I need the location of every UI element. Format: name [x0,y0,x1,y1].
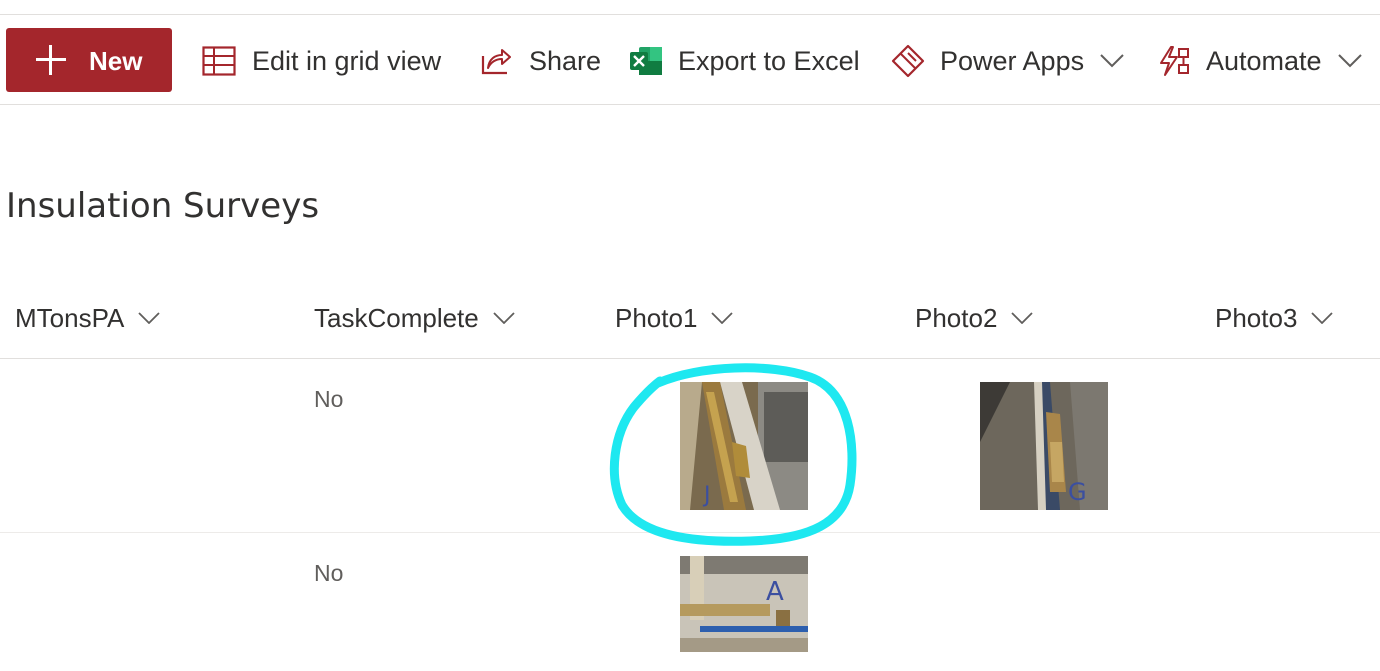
new-button[interactable]: New [6,28,172,92]
chevron-down-icon [493,312,515,324]
taskcomplete-cell: No [314,560,344,586]
column-header-taskcomplete[interactable]: TaskComplete [314,300,515,336]
photo-marker-letter: G [1068,478,1087,506]
photo-marker-letter: A [766,577,784,607]
photo1-thumbnail[interactable]: J [680,382,808,510]
photo-marker-letter: J [702,483,711,508]
taskcomplete-cell: No [314,386,344,412]
chevron-down-icon [1011,312,1034,324]
photo2-thumbnail[interactable]: G [980,382,1108,510]
column-header-label: MTonsPA [15,302,125,333]
column-header-label: Photo3 [1215,302,1298,333]
power-apps-button[interactable]: Power Apps [891,38,1124,84]
command-bar-divider [0,104,1380,105]
automate-button[interactable]: Automate [1158,38,1362,84]
share-label: Share [529,45,602,76]
column-header-photo2[interactable]: Photo2 [915,300,1034,336]
column-header-label: Photo1 [615,302,698,333]
chevron-down-icon [1311,312,1334,324]
column-header-photo1[interactable]: Photo1 [615,300,734,336]
export-to-excel-label: Export to Excel [678,45,860,76]
photo1-thumbnail[interactable]: A [680,556,808,652]
chevron-down-icon [138,312,160,324]
column-header-photo3[interactable]: Photo3 [1215,300,1334,336]
plus-icon [36,45,66,75]
automate-label: Automate [1206,45,1322,76]
share-button[interactable]: Share [480,38,601,84]
share-icon [480,46,512,76]
chevron-down-icon [1337,54,1362,68]
column-header-mtonspa[interactable]: MTonsPA [15,300,160,336]
grid-icon [202,46,236,76]
column-header-label: TaskComplete [314,302,479,333]
export-to-excel-button[interactable]: Export to Excel [629,38,860,84]
edit-grid-view-label: Edit in grid view [252,45,442,76]
automate-icon [1158,45,1190,77]
header-divider [0,358,1380,359]
row-divider [0,532,1380,533]
new-button-label: New [89,46,143,76]
page-title: Insulation Surveys [6,186,320,226]
chevron-down-icon [711,312,734,324]
column-header-label: Photo2 [915,302,998,333]
top-divider [0,14,1380,15]
edit-grid-view-button[interactable]: Edit in grid view [202,38,441,84]
excel-icon [629,45,663,77]
chevron-down-icon [1100,54,1124,68]
power-apps-icon [891,44,925,78]
power-apps-label: Power Apps [940,45,1085,76]
